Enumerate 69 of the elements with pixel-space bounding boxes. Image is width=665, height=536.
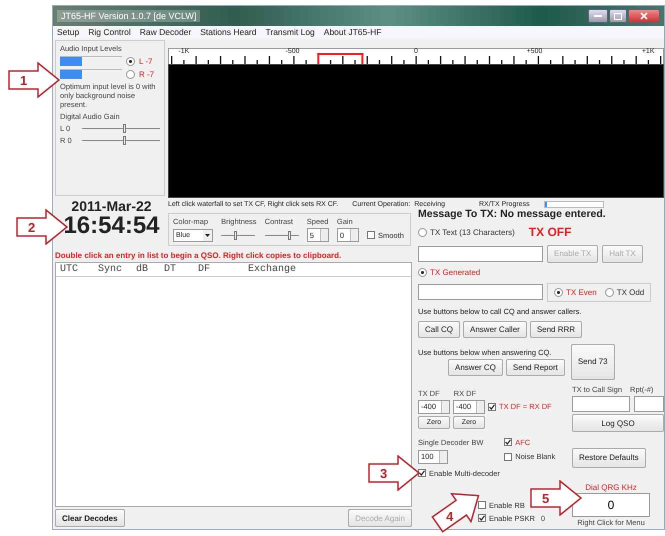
window-title: JT65-HF Version 1.0.7 [de VCLW] <box>57 10 200 22</box>
close-icon <box>640 12 648 20</box>
column-header: Sync <box>98 264 124 275</box>
message-button[interactable]: Answer CQ <box>448 358 503 376</box>
checkbox[interactable] <box>488 402 496 411</box>
radio-label: TX Generated <box>430 268 480 278</box>
message-button[interactable]: Answer Caller <box>463 321 527 338</box>
column-header: Exchange <box>248 264 298 275</box>
radio-label: TX Text (13 Characters) <box>430 228 515 237</box>
slider-thumb[interactable] <box>122 124 126 133</box>
radio-button[interactable] <box>126 56 135 66</box>
date-display: 2011-Mar-22 <box>71 198 152 214</box>
radio-button[interactable] <box>604 288 614 297</box>
radio-button[interactable] <box>418 228 427 237</box>
dial-label: Dial QRG KHz <box>585 482 637 492</box>
radio-button[interactable] <box>126 70 135 78</box>
menu-item[interactable]: About JT65-HF <box>324 27 382 37</box>
callout-arrow: 3 <box>368 455 420 491</box>
menu-item[interactable]: Raw Decoder <box>140 27 192 37</box>
message-button[interactable]: Send RRR <box>530 321 582 338</box>
minimize-button[interactable] <box>588 9 608 23</box>
checkbox[interactable] <box>418 469 426 478</box>
caret-icon <box>203 230 212 240</box>
checkbox[interactable] <box>504 452 512 461</box>
menu-item[interactable]: Rig Control <box>88 27 131 37</box>
maximize-icon <box>614 12 622 20</box>
checkbox[interactable] <box>478 501 486 510</box>
slider[interactable] <box>82 136 160 145</box>
menu-item[interactable]: Setup <box>57 27 80 37</box>
tx-generated-field[interactable] <box>418 284 543 300</box>
minimize-icon <box>594 14 602 18</box>
menu-item[interactable]: Stations Heard <box>200 27 256 37</box>
restore-defaults-button[interactable]: Restore Defaults <box>572 448 646 468</box>
dial-frequency-field[interactable]: 0 <box>572 492 650 517</box>
close-button[interactable] <box>628 9 660 23</box>
radio-label: TX Odd <box>616 288 644 297</box>
callout-arrow: 5 <box>530 480 582 516</box>
radio-button[interactable] <box>418 268 427 278</box>
message-button[interactable]: Call CQ <box>418 321 460 338</box>
column-header: DT <box>164 264 178 275</box>
radio-label: TX Even <box>566 288 597 297</box>
column-header: dB <box>136 264 150 275</box>
menu-item[interactable]: Transmit Log <box>265 27 315 37</box>
slider-thumb[interactable] <box>288 230 292 240</box>
call-sign-field[interactable] <box>572 396 630 412</box>
tx-text-field[interactable] <box>418 246 543 262</box>
tx-message-title: Message To TX: No message entered. <box>418 208 607 220</box>
callout-arrow: 1 <box>8 62 60 98</box>
tx-status: TX OFF <box>528 225 572 240</box>
slider[interactable] <box>264 230 299 240</box>
clear-button[interactable]: Clear Decodes <box>55 509 125 527</box>
channel-label: L -7 <box>139 56 152 66</box>
slider[interactable] <box>82 124 160 133</box>
checkbox[interactable] <box>504 438 512 446</box>
message-button[interactable]: Send Report <box>506 358 565 376</box>
column-header: DF <box>198 264 212 275</box>
slider-thumb[interactable] <box>234 230 238 240</box>
checkbox[interactable] <box>367 231 376 239</box>
report-field[interactable] <box>634 396 664 412</box>
slider[interactable] <box>221 230 256 240</box>
radio-button[interactable] <box>554 288 563 297</box>
column-header: UTC <box>60 264 80 275</box>
channel-label: R -7 <box>139 70 154 78</box>
send-73-button[interactable]: Send 73 <box>570 344 615 380</box>
checkbox[interactable] <box>478 514 486 522</box>
decode-hint: Double click an entry in list to begin a QSO. Right click copies to clipboard. <box>55 250 342 262</box>
log-qso-button[interactable]: Log QSO <box>572 414 664 432</box>
slider-thumb[interactable] <box>122 136 126 145</box>
maximize-button[interactable] <box>609 9 627 23</box>
